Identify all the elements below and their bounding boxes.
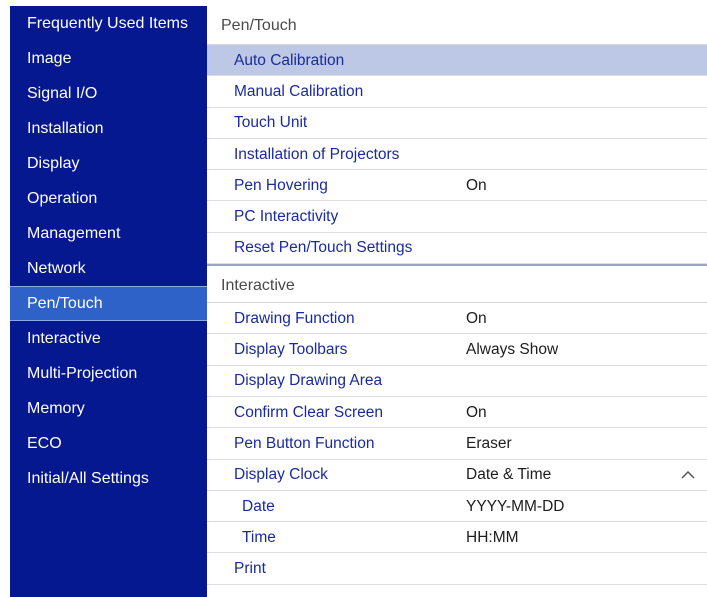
row-value: Always Show	[466, 341, 559, 359]
sidebar-item-memory[interactable]: Memory	[10, 391, 207, 426]
row-value: On	[466, 176, 487, 194]
row-label: Print	[234, 560, 266, 578]
sidebar-item-operation[interactable]: Operation	[10, 181, 207, 216]
sidebar-item-network[interactable]: Network	[10, 251, 207, 286]
row-label: Touch Unit	[234, 114, 308, 132]
sidebar-item-eco[interactable]: ECO	[10, 426, 207, 461]
sidebar-item-management[interactable]: Management	[10, 216, 207, 251]
section-header-interactive: Interactive	[207, 264, 707, 304]
sidebar-menu: Frequently Used Items Image Signal I/O I…	[10, 6, 207, 597]
sidebar-item-image[interactable]: Image	[10, 41, 207, 76]
menu-row-time[interactable]: Time HH:MM	[207, 522, 707, 554]
chevron-up-icon[interactable]	[681, 460, 695, 490]
menu-row-confirm-clear-screen[interactable]: Confirm Clear Screen On	[207, 397, 707, 429]
menu-row-manual-calibration[interactable]: Manual Calibration	[207, 76, 707, 108]
menu-row-installation-of-projectors[interactable]: Installation of Projectors	[207, 139, 707, 171]
sidebar-item-pen-touch[interactable]: Pen/Touch	[10, 286, 207, 321]
row-value: On	[466, 309, 487, 327]
row-value: YYYY-MM-DD	[466, 497, 565, 515]
menu-row-date[interactable]: Date YYYY-MM-DD	[207, 491, 707, 523]
row-label: Confirm Clear Screen	[234, 403, 384, 421]
row-label: Auto Calibration	[234, 51, 345, 69]
menu-row-touch-unit[interactable]: Touch Unit	[207, 108, 707, 139]
row-label: Time	[242, 528, 276, 546]
menu-row-display-clock[interactable]: Display Clock Date & Time	[207, 460, 707, 491]
sidebar-item-initial-all-settings[interactable]: Initial/All Settings	[10, 461, 207, 496]
menu-row-auto-calibration[interactable]: Auto Calibration	[207, 45, 707, 77]
row-value: Date & Time	[466, 466, 552, 484]
row-value: On	[466, 403, 487, 421]
row-label: Display Toolbars	[234, 341, 348, 359]
menu-row-display-drawing-area[interactable]: Display Drawing Area	[207, 366, 707, 397]
row-label: PC Interactivity	[234, 208, 339, 226]
sidebar-item-multi-projection[interactable]: Multi-Projection	[10, 356, 207, 391]
row-value: HH:MM	[466, 528, 519, 546]
menu-row-drawing-function[interactable]: Drawing Function On	[207, 303, 707, 335]
sidebar-item-interactive[interactable]: Interactive	[10, 321, 207, 356]
menu-row-display-toolbars[interactable]: Display Toolbars Always Show	[207, 334, 707, 366]
row-label: Display Clock	[234, 466, 328, 484]
row-label: Installation of Projectors	[234, 145, 400, 163]
section-header-pen-touch: Pen/Touch	[207, 6, 707, 45]
row-label: Pen Button Function	[234, 434, 375, 452]
sidebar-item-signal-io[interactable]: Signal I/O	[10, 76, 207, 111]
row-label: Pen Hovering	[234, 176, 328, 194]
menu-row-pen-button-function[interactable]: Pen Button Function Eraser	[207, 428, 707, 460]
menu-row-pc-interactivity[interactable]: PC Interactivity	[207, 201, 707, 233]
row-label: Drawing Function	[234, 309, 355, 327]
row-value: Eraser	[466, 434, 512, 452]
row-label: Display Drawing Area	[234, 372, 383, 390]
menu-row-print[interactable]: Print	[207, 553, 707, 585]
sidebar-item-installation[interactable]: Installation	[10, 111, 207, 146]
settings-panel: Pen/Touch Auto Calibration Manual Calibr…	[207, 6, 707, 597]
menu-row-pen-hovering[interactable]: Pen Hovering On	[207, 170, 707, 202]
row-label: Reset Pen/Touch Settings	[234, 239, 413, 257]
sidebar-item-display[interactable]: Display	[10, 146, 207, 181]
row-label: Manual Calibration	[234, 82, 364, 100]
sidebar-item-frequently-used-items[interactable]: Frequently Used Items	[10, 6, 207, 41]
settings-window: Frequently Used Items Image Signal I/O I…	[10, 6, 707, 597]
menu-row-reset-pen-touch-settings[interactable]: Reset Pen/Touch Settings	[207, 233, 707, 265]
row-label: Date	[242, 497, 275, 515]
